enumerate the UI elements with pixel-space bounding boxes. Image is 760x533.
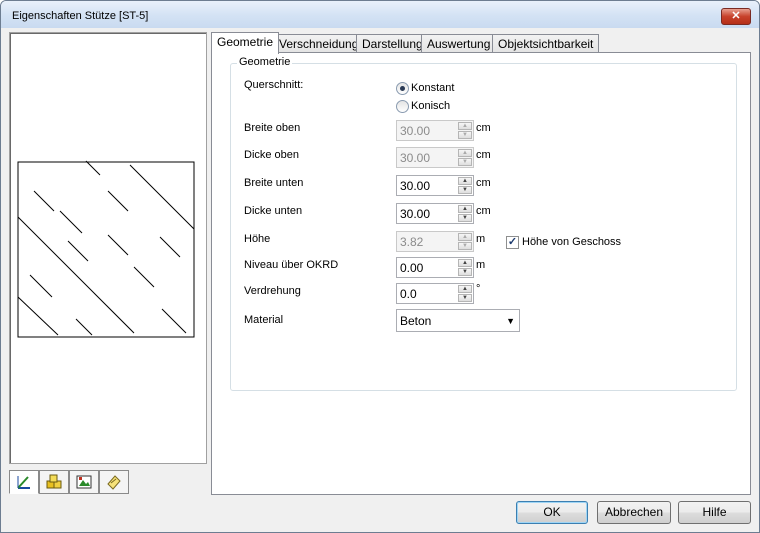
window-title: Eigenschaften Stütze [ST-5]: [12, 10, 149, 22]
hoehe-unit: m: [476, 233, 486, 245]
preview-tab-image[interactable]: [69, 470, 99, 494]
preview-tab-geometry[interactable]: [9, 470, 39, 494]
preview-tab-materials[interactable]: [39, 470, 69, 494]
dicke-unten-label: Dicke unten: [244, 205, 303, 217]
niveau-label: Niveau über OKRD: [244, 259, 339, 271]
preview-pane: [9, 32, 207, 464]
properties-dialog: Eigenschaften Stütze [ST-5] ✕ Geometrie …: [0, 0, 760, 533]
spin-down-icon[interactable]: ▼: [458, 268, 472, 276]
tab-darstellung[interactable]: Darstellung: [356, 34, 429, 53]
spin-up-icon[interactable]: ▲: [458, 122, 472, 130]
verdrehung-input[interactable]: 0.0 ▲ ▼: [396, 283, 474, 304]
close-button[interactable]: ✕: [721, 8, 751, 25]
geometry-panel: Geometrie Querschnitt: Konstant Konisch …: [211, 52, 751, 495]
verdrehung-label: Verdrehung: [244, 285, 301, 297]
dicke-unten-unit: cm: [476, 205, 491, 217]
dialog-client-area: Geometrie Verschneidung Darstellung Ausw…: [7, 29, 753, 526]
ok-button[interactable]: OK: [516, 501, 588, 524]
spin-down-icon[interactable]: ▼: [458, 131, 472, 139]
spin-up-icon[interactable]: ▲: [458, 233, 472, 241]
material-label: Material: [244, 314, 284, 326]
preview-tab-notes[interactable]: [99, 470, 129, 494]
spin-up-icon[interactable]: ▲: [458, 149, 472, 157]
breite-unten-input[interactable]: 30.00 ▲ ▼: [396, 175, 474, 196]
breite-oben-input[interactable]: 30.00 ▲ ▼: [396, 120, 474, 141]
tab-auswertung[interactable]: Auswertung: [421, 34, 497, 53]
spin-down-icon[interactable]: ▼: [458, 294, 472, 302]
geometry-group: Geometrie Querschnitt: Konstant Konisch …: [230, 56, 737, 391]
spin-up-icon[interactable]: ▲: [458, 285, 472, 293]
hoehe-input[interactable]: 3.82 ▲ ▼: [396, 231, 474, 252]
material-select[interactable]: Beton ▼: [396, 309, 520, 332]
querschnitt-label: Querschnitt:: [244, 79, 304, 91]
group-title: Geometrie: [237, 56, 293, 68]
materials-icon: [46, 474, 62, 489]
radio-konisch[interactable]: [396, 100, 409, 113]
radio-konisch-label[interactable]: Konisch: [411, 100, 450, 112]
title-bar[interactable]: Eigenschaften Stütze [ST-5] ✕: [1, 1, 759, 28]
spin-down-icon[interactable]: ▼: [458, 214, 472, 222]
chevron-down-icon: ▼: [506, 316, 515, 326]
column-hatch-preview: [17, 160, 195, 338]
dicke-oben-label: Dicke oben: [244, 149, 300, 161]
spin-up-icon[interactable]: ▲: [458, 205, 472, 213]
dicke-oben-input[interactable]: 30.00 ▲ ▼: [396, 147, 474, 168]
tab-geometrie[interactable]: Geometrie: [211, 32, 280, 54]
geometry-icon: [17, 476, 30, 489]
spin-down-icon[interactable]: ▼: [458, 158, 472, 166]
help-button[interactable]: Hilfe: [678, 501, 751, 524]
hoehe-von-geschoss-label[interactable]: Höhe von Geschoss: [522, 236, 621, 248]
dicke-unten-input[interactable]: 30.00 ▲ ▼: [396, 203, 474, 224]
verdrehung-unit: °: [476, 283, 481, 295]
dicke-oben-unit: cm: [476, 149, 491, 161]
radio-konstant-label[interactable]: Konstant: [411, 82, 454, 94]
spin-down-icon[interactable]: ▼: [458, 242, 472, 250]
cancel-button[interactable]: Abbrechen: [597, 501, 671, 524]
breite-unten-unit: cm: [476, 177, 491, 189]
tab-verschneidung[interactable]: Verschneidung: [273, 34, 365, 53]
breite-oben-unit: cm: [476, 122, 491, 134]
breite-oben-label: Breite oben: [244, 122, 301, 134]
preview-tabs: [9, 470, 129, 494]
breite-unten-label: Breite unten: [244, 177, 304, 189]
niveau-unit: m: [476, 259, 486, 271]
hoehe-label: Höhe: [244, 233, 271, 245]
spin-up-icon[interactable]: ▲: [458, 259, 472, 267]
image-icon: [76, 475, 92, 489]
niveau-input[interactable]: 0.00 ▲ ▼: [396, 257, 474, 278]
tab-objektsichtbarkeit[interactable]: Objektsichtbarkeit: [492, 34, 600, 53]
radio-konstant[interactable]: [396, 82, 409, 95]
hoehe-von-geschoss-checkbox[interactable]: ✓: [506, 236, 519, 249]
notes-icon: [107, 475, 121, 490]
spin-down-icon[interactable]: ▼: [458, 186, 472, 194]
spin-up-icon[interactable]: ▲: [458, 177, 472, 185]
